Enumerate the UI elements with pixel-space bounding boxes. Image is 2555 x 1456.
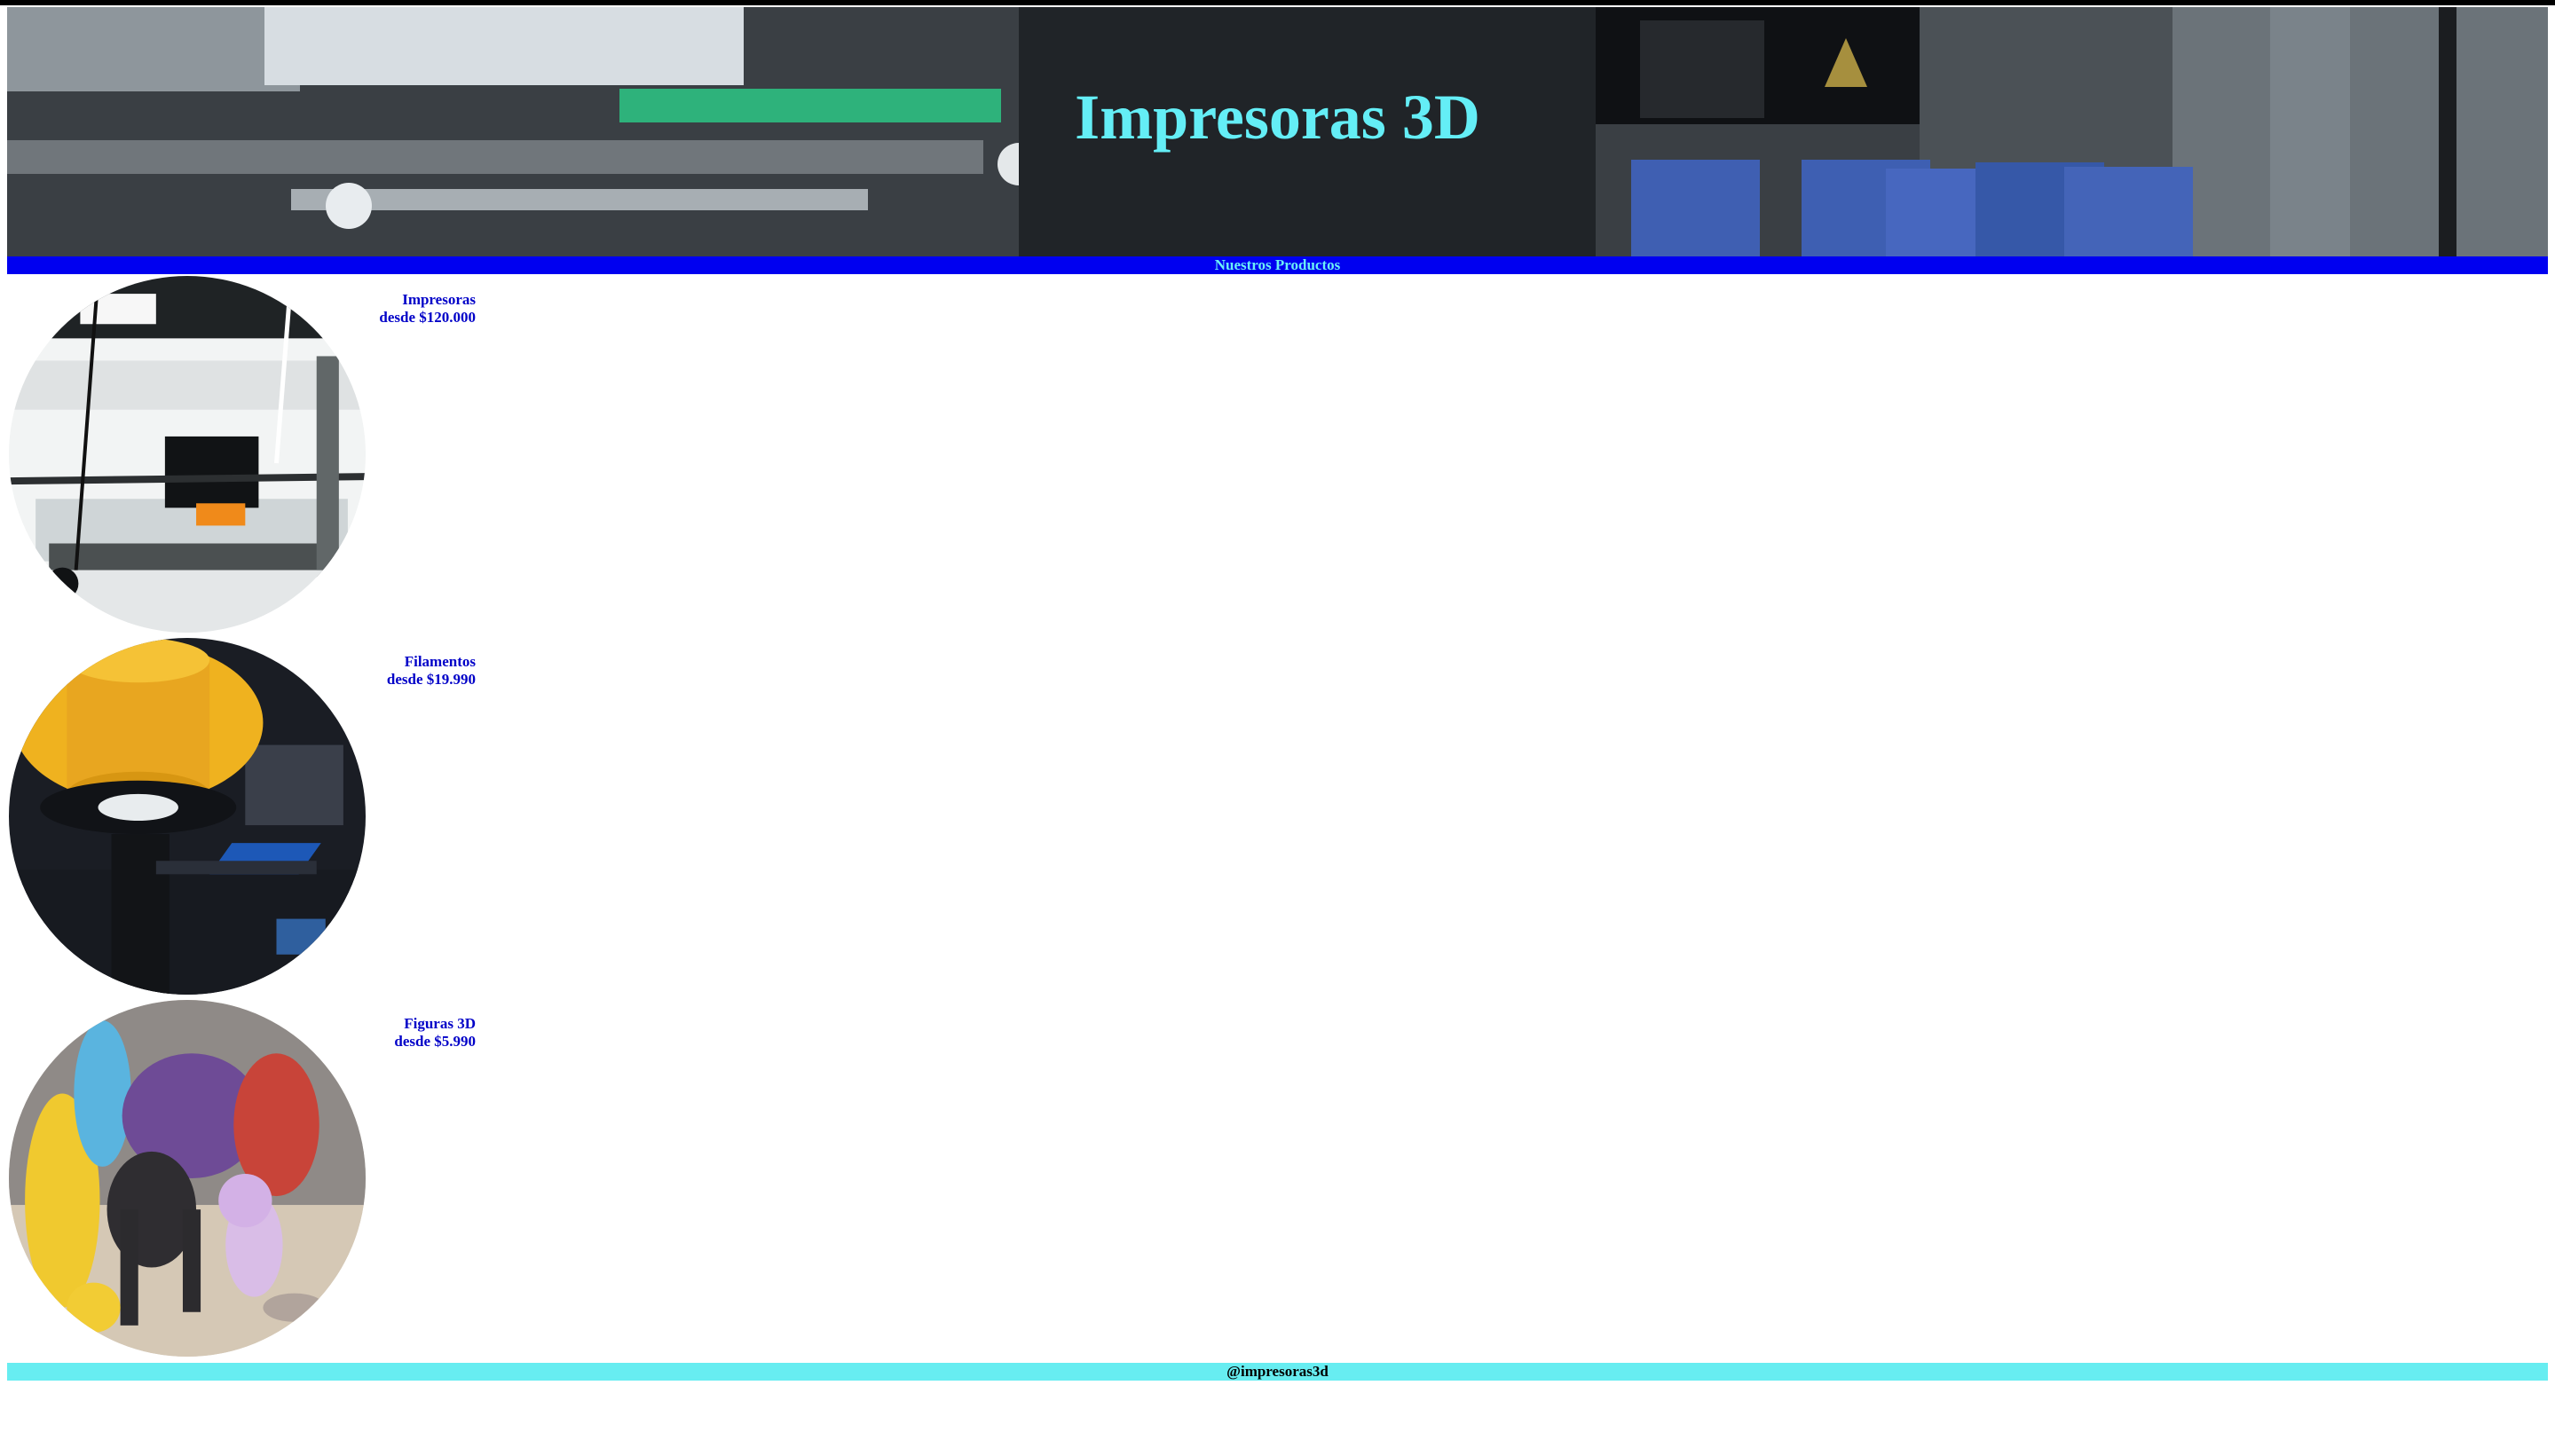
3d-printer-icon: [9, 276, 366, 633]
product-card-printers[interactable]: Impresoras desde $120.000: [9, 276, 476, 633]
top-rule: [0, 0, 2555, 5]
product-card-filaments[interactable]: Filamentos desde $19.990: [9, 638, 476, 995]
product-name: Filamentos: [404, 653, 476, 670]
product-info-figures: Figuras 3D desde $5.990: [275, 1015, 476, 1051]
products-nav-bar[interactable]: Nuestros Productos: [7, 256, 2548, 274]
product-card-figures[interactable]: Figuras 3D desde $5.990: [9, 1000, 476, 1357]
social-handle[interactable]: @impresoras3d: [1226, 1363, 1329, 1380]
product-price: desde $120.000: [379, 309, 476, 326]
site-title: Impresoras 3D: [1075, 82, 1480, 153]
3d-figures-icon: [9, 1000, 366, 1357]
printer-image[interactable]: [9, 276, 366, 633]
filament-spool-icon: [9, 638, 366, 995]
figures-image[interactable]: [9, 1000, 366, 1357]
page: Impresoras 3D Nuestros Productos Impreso…: [0, 0, 2555, 1456]
products-nav-label[interactable]: Nuestros Productos: [1215, 256, 1341, 273]
product-price: desde $5.990: [394, 1033, 476, 1050]
header-banner: Impresoras 3D: [7, 7, 2548, 256]
product-price: desde $19.990: [386, 671, 476, 688]
footer: @impresoras3d: [7, 1363, 2548, 1381]
product-info-filaments: Filamentos desde $19.990: [275, 653, 476, 689]
product-name: Impresoras: [402, 291, 476, 308]
product-name: Figuras 3D: [404, 1015, 476, 1032]
filament-image[interactable]: [9, 638, 366, 995]
product-info-printers: Impresoras desde $120.000: [275, 291, 476, 327]
